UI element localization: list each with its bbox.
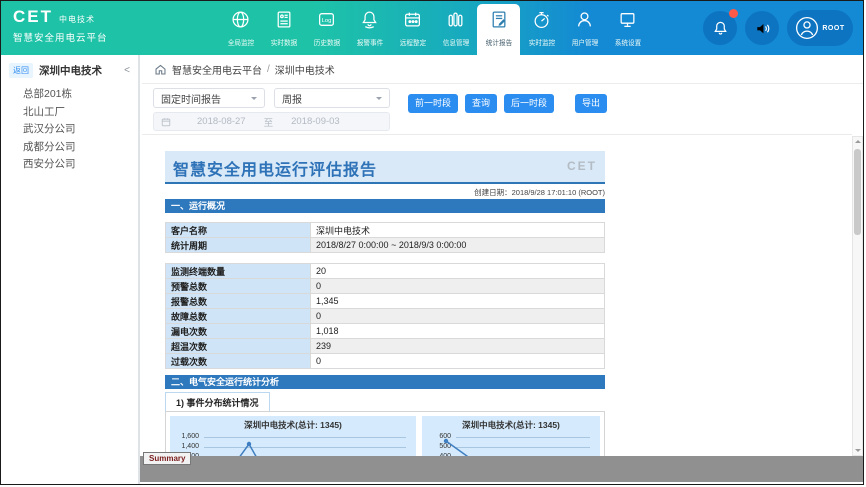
chevron-down-icon — [251, 97, 257, 103]
period-select[interactable]: 周报 — [274, 88, 390, 108]
avatar-icon — [795, 16, 819, 40]
scroll-up-arrow-icon[interactable] — [855, 140, 861, 143]
report-created-date: 创建日期：2018/9/28 17:01:10 (ROOT) — [165, 187, 605, 198]
nav-item-statistics-report[interactable]: 统计报告 — [477, 4, 520, 55]
notification-bell-icon — [712, 20, 729, 37]
chart-title: 深圳中电技术(总计: 1345) — [170, 416, 416, 432]
top-header-bar: CET 中电技术 智慧安全用电云平台 全局监控 实时数据 Log 历史数据 报警… — [1, 1, 864, 55]
brand-logo-cn: 中电技术 — [59, 14, 95, 25]
line-chart-left: 深圳中电技术(总计: 1345) 1,600 1,400 1,200 — [170, 416, 416, 456]
nav-item-alarm-events[interactable]: 报警事件 — [348, 4, 391, 55]
section-heading-overview: 一、运行概况 — [165, 199, 605, 213]
chart-title: 深圳中电技术(总计: 1345) — [422, 416, 600, 432]
query-button[interactable]: 查询 — [465, 94, 497, 113]
scrollbar-thumb[interactable] — [854, 149, 861, 235]
home-icon[interactable] — [154, 63, 167, 76]
announcement-button[interactable] — [745, 11, 779, 45]
overview-table: 客户名称深圳中电技术 统计周期2018/8/27 0:00:00 ~ 2018/… — [165, 222, 605, 253]
user-account-button[interactable]: ROOT — [787, 10, 853, 46]
nav-item-history-data[interactable]: Log 历史数据 — [305, 4, 348, 55]
table-row: 监测终端数量20 — [166, 264, 605, 279]
chevron-down-icon — [376, 97, 382, 103]
section-heading-analysis: 二、电气安全运行统计分析 — [165, 375, 605, 389]
report-title: 智慧安全用电运行评估报告 — [173, 156, 377, 180]
report-scroll-area: 智慧安全用电运行评估报告 CET 创建日期：2018/9/28 17:01:10… — [142, 134, 852, 456]
nav-item-remote-setting[interactable]: 远程整定 — [391, 4, 434, 55]
library-icon — [446, 10, 465, 34]
org-tree-sidebar: 返回 深圳中电技术 < 总部201栋 北山工厂 武汉分公司 成都分公司 西安分公… — [1, 55, 140, 485]
platform-name: 智慧安全用电云平台 — [13, 30, 108, 44]
nav-item-system-settings[interactable]: 系统设置 — [606, 4, 649, 55]
org-tree-item[interactable]: 武汉分公司 — [1, 121, 138, 139]
nav-item-realtime-monitor[interactable]: 实时监控 — [520, 4, 563, 55]
report-filter-bar: 固定时间报告 周报 2018-08-27 至 2018-09-03 前一时段 查… — [142, 84, 864, 134]
brand-logo-text: CET — [13, 9, 53, 25]
table-row: 故障总数0 — [166, 309, 605, 324]
nav-item-info-management[interactable]: 信息管理 — [434, 4, 477, 55]
sidebar-org-title: 深圳中电技术 — [39, 63, 102, 78]
monitor-icon — [618, 10, 637, 34]
table-row: 统计周期2018/8/27 0:00:00 ~ 2018/9/3 0:00:00 — [166, 238, 605, 253]
report-doc-icon — [489, 10, 508, 34]
notification-badge — [729, 9, 738, 18]
report-type-select[interactable]: 固定时间报告 — [153, 88, 265, 108]
event-distribution-charts: 深圳中电技术(总计: 1345) 1,600 1,400 1,200 — [165, 411, 605, 456]
back-button[interactable]: 返回 — [9, 63, 33, 78]
document-data-icon — [274, 10, 293, 34]
summary-tab[interactable]: Summary — [143, 452, 191, 465]
nav-item-realtime-data[interactable]: 实时数据 — [262, 4, 305, 55]
chart-line-series — [422, 432, 600, 456]
notifications-button[interactable] — [703, 11, 737, 45]
user-name: ROOT — [822, 25, 844, 32]
date-range-picker[interactable]: 2018-08-27 至 2018-09-03 — [153, 112, 390, 131]
table-row: 客户名称深圳中电技术 — [166, 223, 605, 238]
user-icon — [575, 10, 594, 34]
next-period-button[interactable]: 后一时段 — [504, 94, 554, 113]
previous-period-button[interactable]: 前一时段 — [408, 94, 458, 113]
start-date-value[interactable]: 2018-08-27 — [197, 116, 246, 127]
table-row: 预警总数0 — [166, 279, 605, 294]
org-tree-item[interactable]: 西安分公司 — [1, 156, 138, 174]
vertical-scrollbar[interactable] — [852, 136, 863, 456]
end-date-value[interactable]: 2018-09-03 — [291, 116, 340, 127]
sidebar-header: 返回 深圳中电技术 < — [1, 55, 138, 82]
filter-actions: 前一时段 查询 后一时段 导出 — [408, 94, 607, 113]
speaker-icon — [754, 20, 771, 37]
export-button[interactable]: 导出 — [575, 94, 607, 113]
chart-line-series — [170, 432, 416, 456]
bottom-gray-bar — [140, 456, 864, 482]
org-tree-list: 总部201栋 北山工厂 武汉分公司 成都分公司 西安分公司 — [1, 86, 138, 174]
breadcrumb-current[interactable]: 深圳中电技术 — [275, 62, 335, 77]
main-nav: 全局监控 实时数据 Log 历史数据 报警事件 远程整定 信息管理 — [219, 4, 649, 55]
calendar-icon — [403, 10, 422, 34]
date-range-to-label: 至 — [264, 115, 274, 129]
globe-icon — [231, 10, 250, 34]
org-tree-item[interactable]: 总部201栋 — [1, 86, 138, 104]
table-row: 报警总数1,345 — [166, 294, 605, 309]
breadcrumb: 智慧安全用电云平台 / 深圳中电技术 — [142, 55, 864, 84]
log-icon: Log — [317, 10, 336, 34]
statistics-table: 监测终端数量20 预警总数0 报警总数1,345 故障总数0 漏电次数1,018… — [165, 263, 605, 369]
org-tree-item[interactable]: 北山工厂 — [1, 104, 138, 122]
line-chart-right: 深圳中电技术(总计: 1345) 600 500 400 — [422, 416, 600, 456]
svg-text:Log: Log — [322, 18, 332, 24]
scroll-down-arrow-icon[interactable] — [855, 449, 861, 452]
sidebar-collapse-button[interactable]: < — [124, 65, 130, 76]
app-window: CET 中电技术 智慧安全用电云平台 全局监控 实时数据 Log 历史数据 报警… — [0, 0, 864, 485]
table-row: 超温次数239 — [166, 339, 605, 354]
stopwatch-icon — [532, 10, 551, 34]
report-title-band: 智慧安全用电运行评估报告 CET — [165, 151, 605, 184]
subsection-event-distribution: 1) 事件分布统计情况 — [165, 392, 270, 413]
breadcrumb-platform[interactable]: 智慧安全用电云平台 — [172, 62, 262, 77]
org-tree-item[interactable]: 成都分公司 — [1, 139, 138, 157]
calendar-icon — [161, 117, 171, 127]
breadcrumb-separator: / — [267, 64, 270, 75]
alarm-bell-icon — [360, 10, 379, 34]
table-row: 过载次数0 — [166, 354, 605, 369]
cet-watermark-logo: CET — [567, 159, 597, 173]
table-row: 漏电次数1,018 — [166, 324, 605, 339]
nav-item-user-management[interactable]: 用户管理 — [563, 4, 606, 55]
brand-logo: CET 中电技术 智慧安全用电云平台 — [13, 9, 108, 44]
nav-item-global-monitor[interactable]: 全局监控 — [219, 4, 262, 55]
